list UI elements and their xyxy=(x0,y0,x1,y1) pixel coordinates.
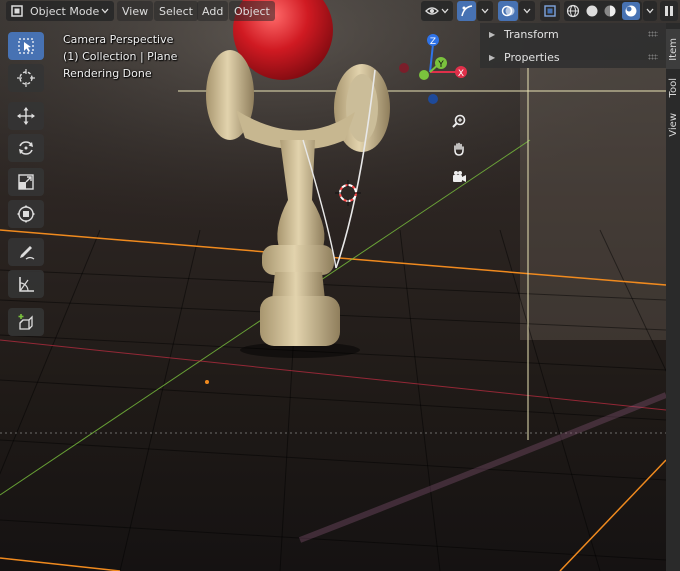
move-icon xyxy=(17,107,35,125)
rotate-icon xyxy=(19,141,33,155)
gizmo-toggle[interactable] xyxy=(457,1,476,21)
annotate-tool[interactable] xyxy=(8,238,44,266)
viewport-render[interactable]: Z X Y xyxy=(0,0,680,571)
add-cube-tool[interactable] xyxy=(8,308,44,336)
gizmo-y-label: Y xyxy=(437,60,444,70)
menu-object[interactable]: Object xyxy=(229,1,275,21)
rendered-shading-button[interactable] xyxy=(621,2,640,20)
material-shading-icon[interactable] xyxy=(603,4,617,18)
pause-icon xyxy=(665,6,673,16)
select-box-tool[interactable] xyxy=(8,32,44,60)
chevron-down-icon xyxy=(481,8,489,14)
visibility-dropdown[interactable] xyxy=(421,1,453,21)
zoom-icon xyxy=(452,114,466,128)
move-tool[interactable] xyxy=(8,102,44,130)
cursor-icon xyxy=(17,69,35,87)
origin-dot xyxy=(205,380,209,384)
pause-render-button[interactable] xyxy=(660,1,678,21)
solid-shading-icon[interactable] xyxy=(585,4,599,18)
gizmo-neg-z-handle xyxy=(428,94,438,104)
menu-view[interactable]: View xyxy=(117,1,154,21)
overlays-icon xyxy=(501,5,515,17)
measure-tool[interactable] xyxy=(8,270,44,298)
pan-button[interactable] xyxy=(447,137,471,161)
chevron-right-icon: ▶ xyxy=(489,52,496,62)
xray-icon xyxy=(544,5,556,17)
panel-transform[interactable]: ▶ Transform xyxy=(480,23,666,45)
hand-pan-icon xyxy=(454,142,464,156)
shading-dropdown[interactable] xyxy=(643,1,657,21)
annotate-icon xyxy=(20,246,35,260)
chevron-right-icon: ▶ xyxy=(489,29,496,39)
xray-toggle[interactable] xyxy=(540,1,560,21)
camera-view-icon xyxy=(453,171,466,182)
wireframe-shading-icon[interactable] xyxy=(566,4,580,18)
panel-transform-label: Transform xyxy=(504,27,559,41)
sidebar-tabs: Item Tool View xyxy=(666,23,680,571)
gizmo-neg-y-handle xyxy=(419,70,429,80)
collection-label: (1) Collection | Plane xyxy=(63,50,178,63)
object-mode-icon xyxy=(11,5,23,17)
viewport-header: Object Mode View Select Add Object xyxy=(0,0,680,22)
select-box-icon xyxy=(18,38,34,54)
rotate-tool[interactable] xyxy=(8,134,44,162)
overlays-toggle[interactable] xyxy=(498,1,518,21)
transform-icon xyxy=(17,205,35,223)
rendered-shading-icon xyxy=(625,5,637,17)
drag-grip-icon[interactable] xyxy=(648,31,658,37)
drag-grip-icon[interactable] xyxy=(648,54,658,60)
scale-tool[interactable] xyxy=(8,168,44,196)
tab-tool[interactable]: Tool xyxy=(666,73,680,103)
sidebar-panel: ▶ Transform ▶ Properties xyxy=(480,23,666,68)
chevron-down-icon xyxy=(523,8,531,14)
gizmo-x-label: X xyxy=(458,69,464,79)
viewport-info: Camera Perspective (1) Collection | Plan… xyxy=(63,31,177,82)
panel-properties-label: Properties xyxy=(504,50,560,64)
overlays-dropdown[interactable] xyxy=(519,1,535,21)
tab-view[interactable]: View xyxy=(666,109,680,141)
cursor-tool[interactable] xyxy=(8,64,44,92)
menu-select[interactable]: Select xyxy=(154,1,198,21)
gizmo-dropdown[interactable] xyxy=(477,1,493,21)
view-type-label: Camera Perspective xyxy=(63,33,174,46)
mode-dropdown[interactable]: Object Mode xyxy=(6,1,114,21)
panel-properties[interactable]: ▶ Properties xyxy=(480,46,666,68)
measure-icon xyxy=(19,277,34,292)
3d-viewport[interactable]: Z X Y Camera Perspective (1) Collection … xyxy=(0,0,680,571)
add-cube-icon xyxy=(18,314,33,330)
chevron-down-icon xyxy=(646,8,654,14)
eye-icon xyxy=(425,7,449,15)
menu-add[interactable]: Add xyxy=(197,1,229,21)
shading-modes xyxy=(564,1,642,21)
zoom-button[interactable] xyxy=(447,109,471,133)
render-status-label: Rendering Done xyxy=(63,67,152,80)
chevron-down-icon xyxy=(101,8,109,14)
scale-icon xyxy=(18,174,34,190)
gizmo-z-label: Z xyxy=(430,37,436,47)
mode-label: Object Mode xyxy=(30,4,100,18)
gizmo-icon xyxy=(460,5,472,17)
transform-tool[interactable] xyxy=(8,200,44,228)
gizmo-neg-x-handle xyxy=(399,63,409,73)
camera-view-button[interactable] xyxy=(447,165,471,189)
tab-item[interactable]: Item xyxy=(666,29,680,69)
